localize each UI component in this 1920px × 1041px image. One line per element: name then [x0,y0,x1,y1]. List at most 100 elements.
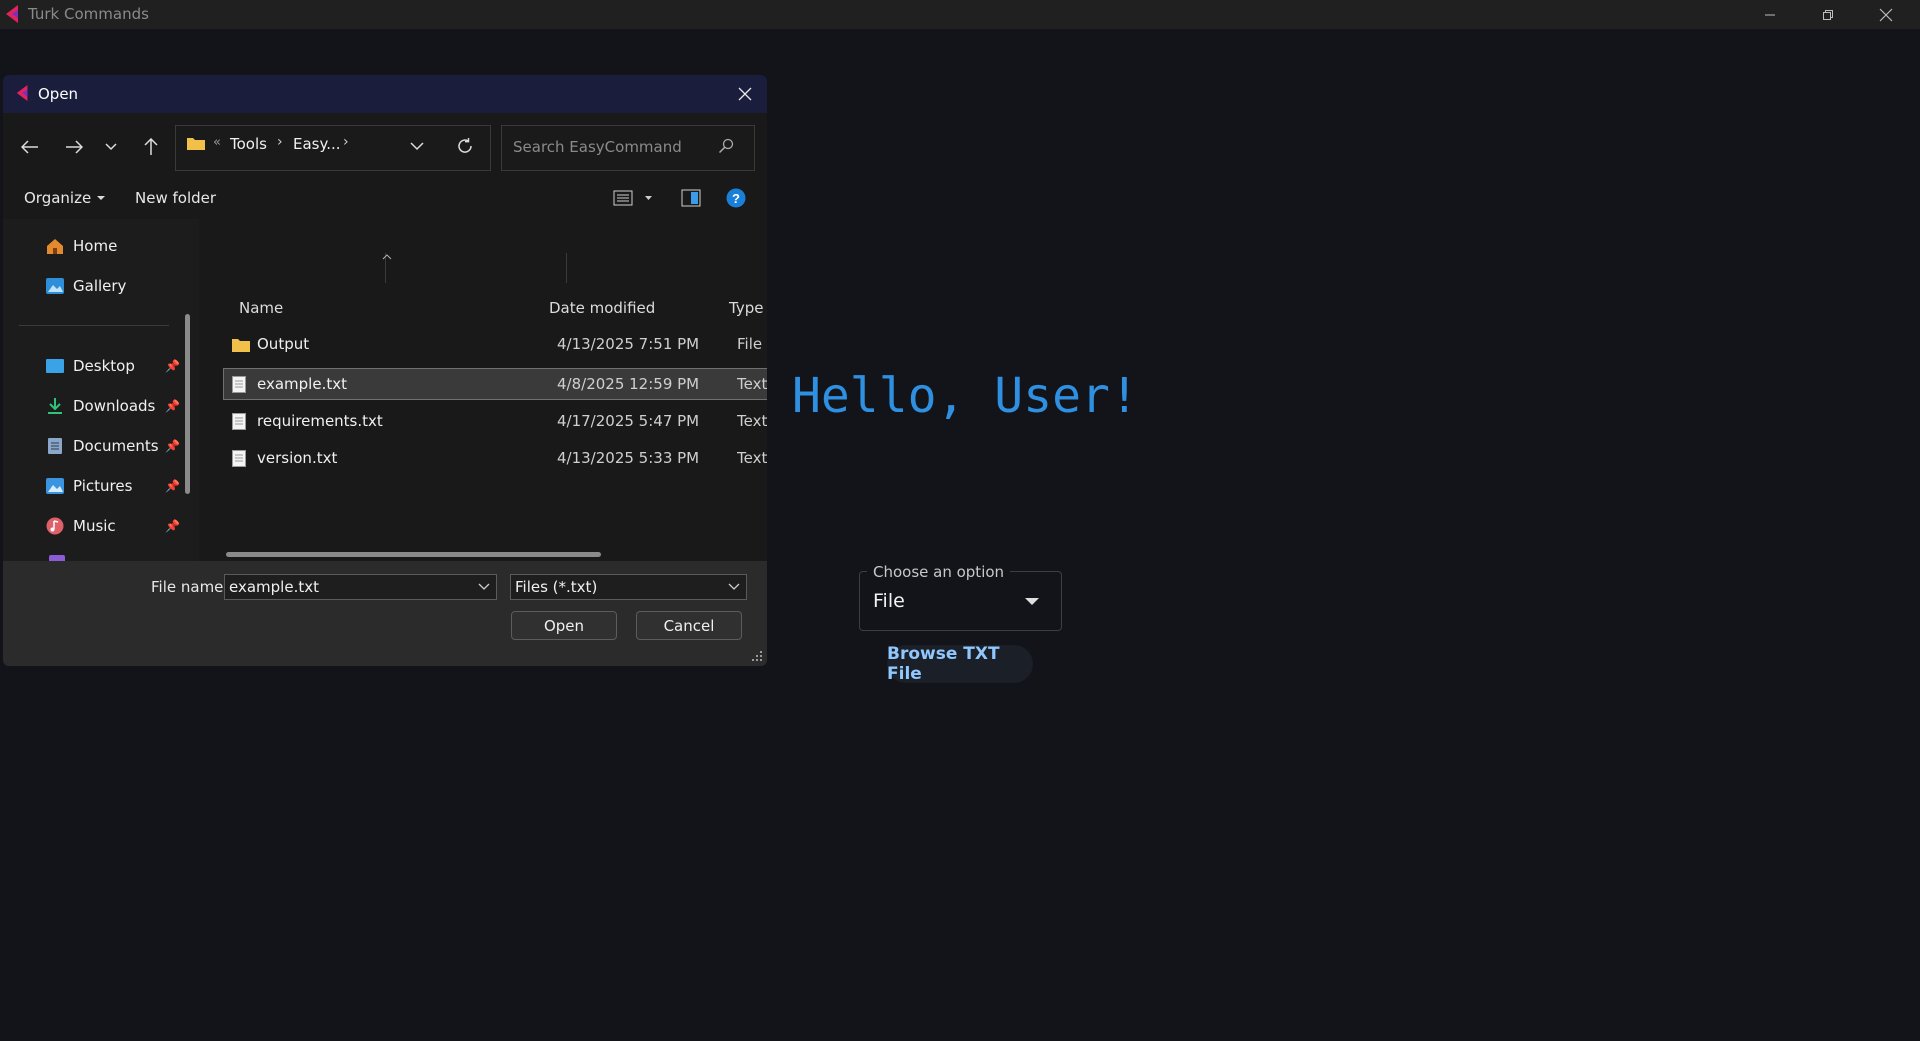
back-button[interactable] [14,131,46,163]
breadcrumb-item-easycommand[interactable]: Easy... [293,135,341,153]
arrow-up-icon [144,138,158,155]
preview-pane-icon[interactable] [681,189,701,207]
home-icon [47,239,63,254]
file-name: requirements.txt [257,412,383,430]
breadcrumb-separator-icon: › [343,134,349,150]
dialog-titlebar [3,75,767,113]
file-row-output[interactable]: Output 4/13/2025 7:51 PM File fo [224,329,767,359]
new-folder-button[interactable]: New folder [135,189,216,207]
column-header-date[interactable]: Date modified [549,299,655,317]
file-date: 4/17/2025 5:47 PM [557,412,700,430]
forward-button[interactable] [58,131,90,163]
breadcrumb-separator-icon: › [277,134,283,150]
dialog-close-button[interactable] [731,81,759,107]
organize-label: Organize [24,189,92,207]
minimize-button[interactable] [1741,0,1799,29]
refresh-icon[interactable] [456,137,474,155]
nav-item-label: Pictures [73,477,133,495]
nav-item-music[interactable]: Music 📌 [45,513,180,539]
navigation-pane: Home Gallery Desktop 📌 Downloads 📌 Docum… [3,219,199,561]
column-divider [566,253,567,283]
chevron-down-icon [105,143,117,151]
dialog-footer: File name: example.txt Files (*.txt) Ope… [3,561,767,666]
column-header-name[interactable]: Name [239,299,283,317]
restore-button[interactable] [1799,0,1857,29]
file-name: version.txt [257,449,338,467]
file-type-filter[interactable]: Files (*.txt) [510,574,747,600]
caret-down-icon [1025,598,1039,605]
breadcrumb-item-tools[interactable]: Tools [230,135,267,153]
nav-item-label: Desktop [73,357,135,375]
file-row-requirements[interactable]: requirements.txt 4/17/2025 5:47 PM Text … [224,406,767,436]
option-select-value: File [873,590,905,612]
up-button[interactable] [135,131,167,163]
folder-icon [187,138,205,150]
chevron-down-icon[interactable] [644,195,653,201]
minimize-icon [1765,14,1775,15]
file-name: example.txt [257,375,347,393]
dialog-app-icon [16,85,28,101]
chevron-down-icon [728,583,740,590]
nav-divider [19,325,169,326]
file-list-pane: Name Date modified Type Output 4/13/2025… [199,219,767,561]
organize-button[interactable]: Organize [24,189,106,207]
pin-icon: 📌 [165,399,180,413]
file-name-label: File name: [151,578,229,596]
close-window-button[interactable] [1857,0,1915,29]
pin-icon: 📌 [165,479,180,493]
nav-item-label: Gallery [73,277,127,295]
file-date: 4/13/2025 5:33 PM [557,449,700,467]
app-titlebar [0,0,1920,29]
file-type: File fo [737,335,767,353]
documents-icon [48,438,62,454]
open-button[interactable]: Open [511,611,617,640]
pin-icon: 📌 [165,519,180,533]
file-row-version[interactable]: version.txt 4/13/2025 5:33 PM Text D [224,443,767,473]
recent-locations-button[interactable] [95,131,127,163]
file-name-value: example.txt [229,578,319,596]
nav-item-label: Downloads [73,397,156,415]
column-header-type[interactable]: Type [729,299,763,317]
file-name: Output [257,335,310,353]
nav-item-label: Documents [73,437,159,455]
view-options-icon[interactable] [613,190,633,206]
pin-icon: 📌 [165,439,180,453]
nav-scrollbar[interactable] [185,314,190,494]
horizontal-scrollbar[interactable] [226,552,601,557]
nav-item-downloads[interactable]: Downloads 📌 [45,393,180,419]
resize-grip-icon[interactable] [751,650,763,662]
file-type: Text D [737,412,767,430]
nav-item-home[interactable]: Home [45,233,117,259]
address-history-chevron-icon[interactable] [410,142,424,151]
dialog-title: Open [38,85,79,103]
music-icon [46,517,64,535]
file-type: Text D [737,449,767,467]
search-icon [718,138,734,154]
file-type: Text D [737,375,767,393]
browse-txt-button[interactable]: Browse TXT File [887,644,1033,684]
sort-ascending-icon [382,254,392,260]
file-date: 4/13/2025 7:51 PM [557,335,700,353]
nav-item-desktop[interactable]: Desktop 📌 [45,353,180,379]
desktop-icon [46,359,64,373]
pin-icon: 📌 [165,359,180,373]
file-type-filter-value: Files (*.txt) [515,578,598,596]
arrow-left-icon [21,140,38,154]
cancel-button[interactable]: Cancel [636,611,742,640]
file-row-example[interactable]: example.txt 4/8/2025 12:59 PM Text D [223,368,767,400]
nav-item-label: Home [73,237,118,255]
help-icon[interactable]: ? [726,188,746,208]
file-name-input[interactable]: example.txt [224,574,497,600]
nav-item-pictures[interactable]: Pictures 📌 [45,473,180,499]
pictures-icon [46,478,64,494]
option-select-label: Choose an option [867,563,1011,581]
nav-item-gallery[interactable]: Gallery [45,273,126,299]
app-title: Turk Commands [28,5,149,23]
text-file-icon [232,375,246,393]
svg-text:?: ? [732,191,740,206]
app-logo-icon [6,5,18,23]
nav-item-documents[interactable]: Documents 📌 [45,433,180,459]
chevron-down-icon [478,583,490,590]
breadcrumb-overflow[interactable]: « [213,135,221,150]
folder-icon [232,338,250,352]
